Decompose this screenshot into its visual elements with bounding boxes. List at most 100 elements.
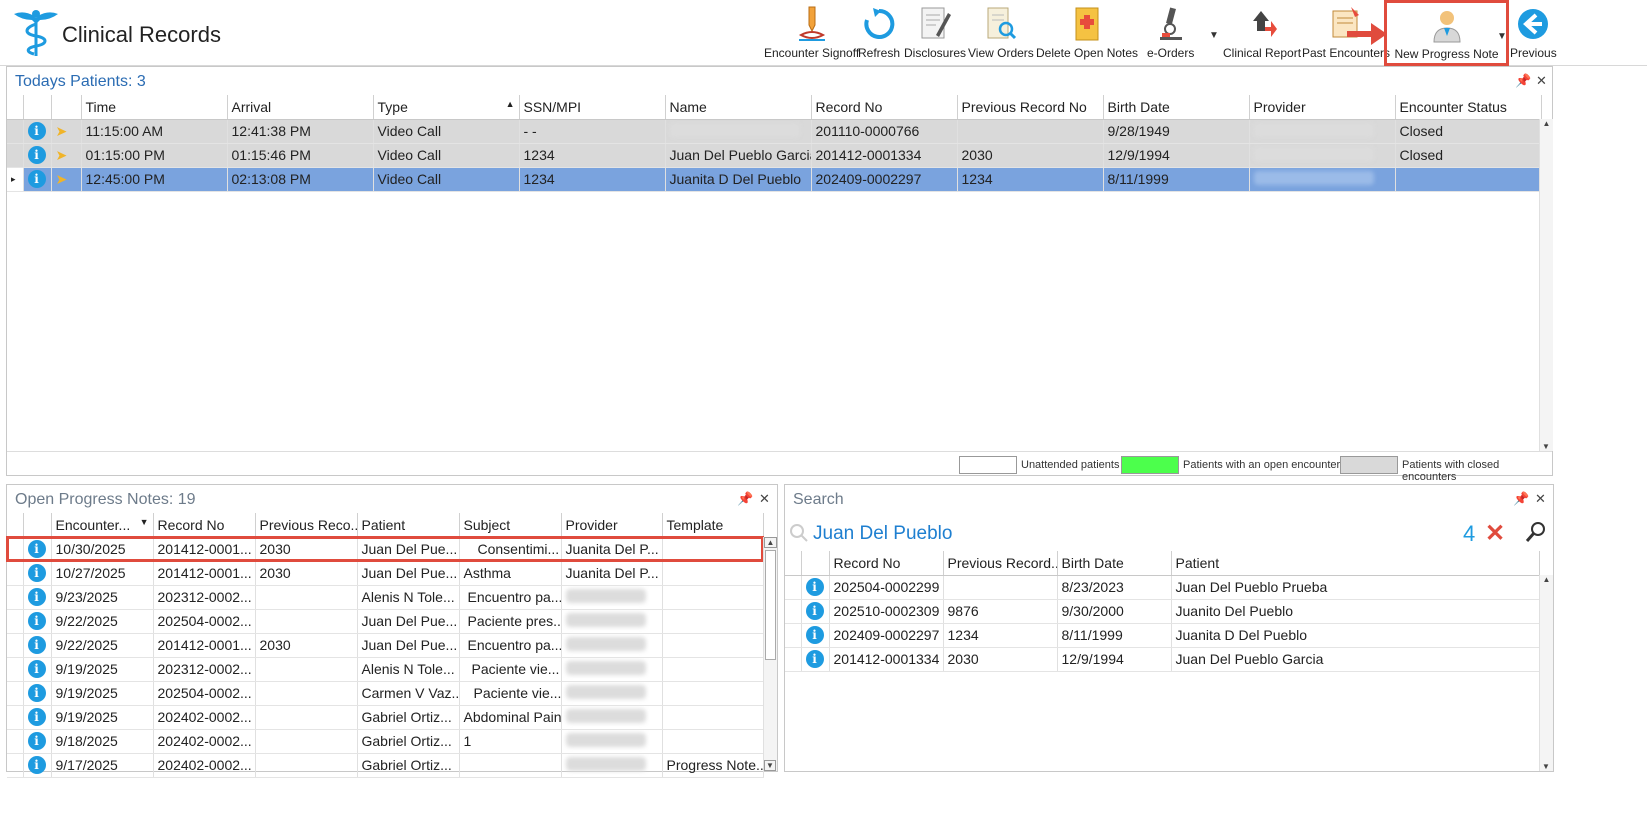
clinical-report-label: Clinical Report: [1223, 46, 1302, 60]
table-row[interactable]: i 9/22/2025 202504-0002... Juan Del Pue.…: [7, 609, 764, 634]
row-indicator-header: [7, 95, 24, 120]
cell-arrival: 01:15:46 PM: [227, 143, 374, 168]
cell-subject: Asthma: [459, 561, 562, 586]
new-progress-note-button[interactable]: New Progress Note ▼: [1384, 0, 1509, 66]
column-header[interactable]: Previous Record...: [943, 551, 1058, 576]
info-icon[interactable]: i: [23, 143, 52, 168]
info-icon[interactable]: i: [23, 585, 52, 610]
info-icon[interactable]: i: [23, 729, 52, 754]
column-header[interactable]: Template: [662, 513, 764, 538]
column-header[interactable]: Previous Record No: [957, 95, 1104, 120]
info-icon[interactable]: i: [23, 705, 52, 730]
info-icon[interactable]: i: [23, 753, 52, 778]
info-icon[interactable]: i: [23, 561, 52, 586]
search-magnifier-icon[interactable]: [1525, 521, 1547, 548]
info-icon[interactable]: i: [801, 647, 830, 672]
column-header[interactable]: Patient: [1171, 551, 1540, 576]
delete-open-notes-button[interactable]: Delete Open Notes: [1036, 2, 1138, 64]
pin-icon[interactable]: 📌: [1513, 491, 1529, 507]
column-header[interactable]: Type ▲: [373, 95, 520, 120]
column-header[interactable]: Encounter... ▼: [51, 513, 154, 538]
scroll-down-icon[interactable]: ▼: [1540, 762, 1552, 771]
info-icon[interactable]: i: [801, 623, 830, 648]
scroll-up-icon[interactable]: ▲: [1540, 575, 1553, 584]
new-progress-note-dropdown-caret-icon[interactable]: ▼: [1497, 31, 1507, 42]
encounter-signoff-button[interactable]: Encounter Signoff: [764, 2, 859, 64]
cell-birth-date: 8/11/1999: [1103, 167, 1250, 192]
table-row[interactable]: i 9/19/2025 202504-0002... Carmen V Vaz.…: [7, 681, 764, 706]
column-header[interactable]: Record No: [811, 95, 958, 120]
close-icon[interactable]: ✕: [1535, 491, 1546, 507]
table-row[interactable]: i 202510-0002309 9876 9/30/2000 Juanito …: [785, 599, 1540, 624]
search-input[interactable]: Juan Del Pueblo: [813, 523, 952, 545]
info-icon[interactable]: i: [23, 681, 52, 706]
clear-search-icon[interactable]: ✕: [1485, 519, 1505, 548]
cell-type: Video Call: [373, 119, 520, 144]
column-header[interactable]: Provider: [1249, 95, 1396, 120]
e-orders-dropdown-caret-icon[interactable]: ▼: [1209, 30, 1219, 41]
column-header[interactable]: Birth Date: [1103, 95, 1250, 120]
column-header[interactable]: SSN/MPI: [519, 95, 666, 120]
cell-template: [662, 681, 764, 706]
cell-template: [662, 633, 764, 658]
table-row[interactable]: i 9/22/2025 201412-0001... 2030 Juan Del…: [7, 633, 764, 658]
column-header[interactable]: Record No: [829, 551, 944, 576]
vertical-scrollbar[interactable]: ▲ ▼: [1539, 575, 1553, 771]
table-row[interactable]: i ➤ 01:15:00 PM 01:15:46 PM Video Call 1…: [7, 143, 1542, 168]
disclosures-button[interactable]: Disclosures: [904, 2, 966, 64]
info-icon[interactable]: i: [23, 609, 52, 634]
column-header[interactable]: Subject: [459, 513, 562, 538]
pin-icon[interactable]: 📌: [1515, 73, 1531, 89]
cell-template: [662, 537, 764, 562]
e-orders-button[interactable]: e-Orders: [1147, 2, 1194, 64]
column-header[interactable]: Patient: [357, 513, 460, 538]
column-header[interactable]: Encounter Status: [1395, 95, 1542, 120]
info-icon[interactable]: i: [801, 599, 830, 624]
info-icon[interactable]: i: [23, 657, 52, 682]
info-icon[interactable]: i: [23, 537, 52, 562]
table-row[interactable]: i 9/23/2025 202312-0002... Alenis N Tole…: [7, 585, 764, 610]
scroll-down-icon[interactable]: ▼: [1540, 442, 1552, 451]
info-icon[interactable]: i: [23, 633, 52, 658]
column-header[interactable]: Previous Reco...: [255, 513, 358, 538]
clinical-report-button[interactable]: Clinical Report: [1223, 2, 1301, 64]
cell-record-no: 202312-0002...: [153, 657, 256, 682]
table-row[interactable]: i ➤ 11:15:00 AM 12:41:38 PM Video Call -…: [7, 119, 1542, 144]
info-icon[interactable]: i: [23, 167, 52, 192]
table-row[interactable]: i 9/18/2025 202402-0002... Gabriel Ortiz…: [7, 729, 764, 754]
scroll-up-icon[interactable]: ▲: [764, 537, 777, 548]
caduceus-logo-icon: [10, 6, 62, 58]
close-icon[interactable]: ✕: [1536, 73, 1547, 89]
vertical-scrollbar[interactable]: ▲ ▼: [763, 537, 777, 771]
table-row[interactable]: i 202504-0002299 8/23/2023 Juan Del Pueb…: [785, 575, 1540, 600]
column-header[interactable]: Record No: [153, 513, 256, 538]
column-header[interactable]: Provider: [561, 513, 663, 538]
table-row-selected[interactable]: ▸ i ➤ 12:45:00 PM 02:13:08 PM Video Call…: [7, 167, 1542, 192]
pin-icon[interactable]: 📌: [737, 491, 753, 507]
column-header[interactable]: Arrival: [227, 95, 374, 120]
refresh-button[interactable]: Refresh: [858, 2, 900, 64]
scroll-down-icon[interactable]: ▼: [764, 760, 776, 771]
table-row[interactable]: i 9/17/2025 202402-0002... Gabriel Ortiz…: [7, 753, 764, 778]
cell-subject: Consentimi...: [459, 537, 562, 562]
table-row[interactable]: i 10/27/2025 201412-0001... 2030 Juan De…: [7, 561, 764, 586]
table-row[interactable]: i 9/19/2025 202402-0002... Gabriel Ortiz…: [7, 705, 764, 730]
vertical-scrollbar[interactable]: ▲ ▼: [1539, 119, 1553, 451]
cell-provider-redacted: [561, 753, 663, 778]
scroll-up-icon[interactable]: ▲: [1540, 119, 1553, 128]
column-header[interactable]: Time: [81, 95, 228, 120]
view-orders-button[interactable]: View Orders: [968, 2, 1034, 64]
previous-button[interactable]: Previous: [1510, 2, 1557, 64]
table-row[interactable]: i 201412-0001334 2030 12/9/1994 Juan Del…: [785, 647, 1540, 672]
column-header[interactable]: Name: [665, 95, 812, 120]
cell-patient: Gabriel Ortiz...: [357, 753, 460, 778]
cell-prev: 2030: [255, 633, 358, 658]
info-icon[interactable]: i: [23, 119, 52, 144]
table-row[interactable]: i 202409-0002297 1234 8/11/1999 Juanita …: [785, 623, 1540, 648]
info-icon[interactable]: i: [801, 575, 830, 600]
column-header[interactable]: Birth Date: [1057, 551, 1172, 576]
scrollbar-thumb[interactable]: [765, 550, 776, 660]
table-row[interactable]: i 9/19/2025 202312-0002... Alenis N Tole…: [7, 657, 764, 682]
close-icon[interactable]: ✕: [759, 491, 770, 507]
table-row-highlighted[interactable]: i 10/30/2025 201412-0001... 2030 Juan De…: [6, 536, 764, 562]
